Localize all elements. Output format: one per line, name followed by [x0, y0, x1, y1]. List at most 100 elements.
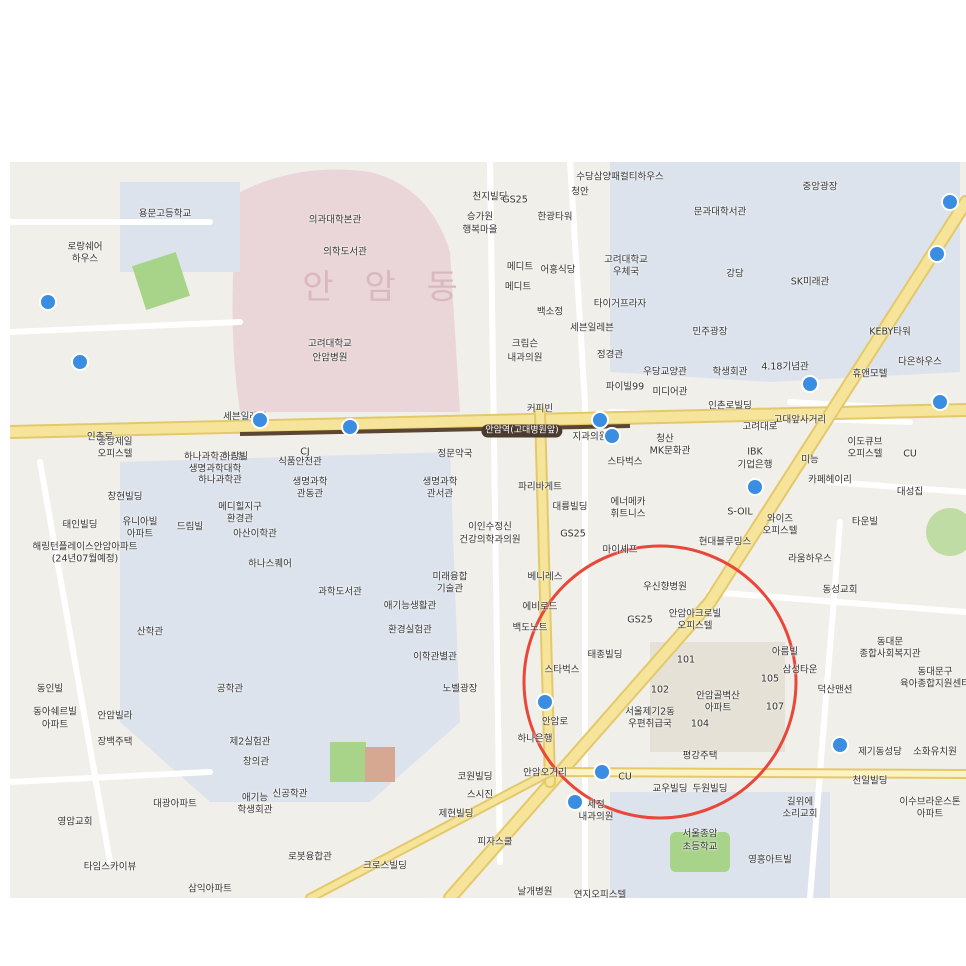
- map-poi-label[interactable]: 삼익아파트: [188, 884, 232, 895]
- map-poi-label[interactable]: 두원빌딩: [693, 784, 728, 795]
- bus-stop-icon[interactable]: [536, 693, 554, 711]
- map-poi-label[interactable]: 소리교회: [783, 809, 818, 820]
- map-poi-label[interactable]: 강당: [726, 269, 743, 280]
- map-poi-label[interactable]: 카페헤이리: [808, 475, 852, 486]
- map-poi-label[interactable]: 4.18기념관: [761, 362, 808, 373]
- map-poi-label[interactable]: 우체국: [613, 267, 639, 278]
- map-poi-label[interactable]: 이학관별관: [413, 652, 457, 663]
- map-poi-label[interactable]: 휘트니스: [611, 509, 646, 520]
- map-poi-label[interactable]: 101: [677, 655, 695, 666]
- bus-stop-icon[interactable]: [591, 411, 609, 429]
- map-poi-label[interactable]: 행복마을: [463, 225, 498, 236]
- map-poi-label[interactable]: 소화유치원: [913, 747, 957, 758]
- map-poi-label[interactable]: 오피스텔: [678, 621, 713, 632]
- map-poi-label[interactable]: 피자스쿨: [478, 837, 513, 848]
- map-poi-label[interactable]: 아파트: [127, 529, 153, 540]
- map-poi-label[interactable]: 영암교회: [58, 817, 93, 828]
- map-poi-label[interactable]: 코원빌딩: [458, 772, 493, 783]
- map-poi-label[interactable]: 다온하우스: [898, 357, 942, 368]
- map-poi-label[interactable]: 메디트: [507, 262, 533, 273]
- map-poi-label[interactable]: 영흥아트빌: [748, 855, 792, 866]
- map-poi-label[interactable]: 서울종암: [683, 829, 718, 840]
- map-poi-label[interactable]: 태종빌딩: [588, 650, 623, 661]
- map-poi-label[interactable]: 학생회관: [713, 367, 748, 378]
- map-poi-label[interactable]: 고려대학교: [604, 255, 648, 266]
- map-poi-label[interactable]: 라움하우스: [788, 554, 832, 565]
- map-poi-label[interactable]: 동대문구: [918, 667, 953, 678]
- map-poi-label[interactable]: 하우스: [72, 254, 98, 265]
- map-poi-label[interactable]: 대륭빌딩: [553, 502, 588, 513]
- map-poi-label[interactable]: 육아종합지원센터: [900, 679, 966, 690]
- map-poi-label[interactable]: KEBY타워: [869, 327, 911, 338]
- map-poi-label[interactable]: 이인수정신: [468, 522, 512, 533]
- map-poi-label[interactable]: 커피빈: [527, 404, 553, 415]
- map-poi-label[interactable]: 공학관: [217, 684, 243, 695]
- map-poi-label[interactable]: 내과의원: [579, 812, 614, 823]
- map-poi-label[interactable]: 오피스텔: [763, 526, 798, 537]
- map-poi-label[interactable]: 현대블루밍스: [699, 537, 751, 548]
- bus-stop-icon[interactable]: [39, 293, 57, 311]
- map-poi-label[interactable]: 기술관: [437, 584, 463, 595]
- map-poi-label[interactable]: 애기능: [242, 793, 268, 804]
- map-poi-label[interactable]: 용문고등학교: [139, 209, 191, 220]
- map-poi-label[interactable]: 종합사회복지관: [859, 649, 920, 660]
- map-poi-label[interactable]: 하랑빌: [222, 452, 248, 463]
- map-poi-label[interactable]: 유니아빌: [123, 517, 158, 528]
- map-poi-label[interactable]: 안암병원: [313, 353, 348, 364]
- map-poi-label[interactable]: 창의관: [243, 757, 269, 768]
- map-poi-label[interactable]: GS25: [627, 615, 652, 626]
- map-poi-label[interactable]: 관동관: [297, 489, 323, 500]
- map-poi-label[interactable]: 메디트: [505, 282, 531, 293]
- map-poi-label[interactable]: 크림슨: [512, 339, 538, 350]
- map-poi-label[interactable]: 정경관: [597, 350, 623, 361]
- map-poi-label[interactable]: 생명과학: [423, 477, 458, 488]
- map-poi-label[interactable]: 아파트: [705, 703, 731, 714]
- map-poi-label[interactable]: 아름빌: [772, 647, 798, 658]
- map-poi-label[interactable]: 어흥식당: [541, 265, 576, 276]
- map-poi-label[interactable]: 우편취급국: [628, 719, 672, 730]
- map-poi-label[interactable]: 제현빌딩: [439, 809, 474, 820]
- map-poi-label[interactable]: 세정: [587, 800, 604, 811]
- bus-stop-icon[interactable]: [928, 245, 946, 263]
- bus-stop-icon[interactable]: [831, 736, 849, 754]
- map-poi-label[interactable]: 정문약국: [438, 449, 473, 460]
- map-poi-label[interactable]: 고대앞사거리: [774, 415, 826, 426]
- map-poi-label[interactable]: 타임스카이뷰: [84, 862, 136, 873]
- map-poi-label[interactable]: 우신향병원: [643, 582, 687, 593]
- bus-stop-icon[interactable]: [566, 793, 584, 811]
- map-poi-label[interactable]: MK문화관: [650, 446, 691, 457]
- station-label[interactable]: 안암역(고대병원앞): [481, 424, 563, 438]
- map-poi-label[interactable]: 환경관: [227, 514, 253, 525]
- map-poi-label[interactable]: 과학도서관: [318, 587, 362, 598]
- map-poi-label[interactable]: 생명과학대학: [189, 464, 241, 475]
- map-poi-label[interactable]: 102: [651, 685, 669, 696]
- map-poi-label[interactable]: 창현빌딩: [108, 492, 143, 503]
- map-poi-label[interactable]: 파이빌99: [606, 382, 644, 393]
- map-poi-label[interactable]: 미능: [801, 455, 818, 466]
- bus-stop-icon[interactable]: [941, 193, 959, 211]
- map-poi-label[interactable]: 미디어관: [653, 387, 688, 398]
- map-poi-label[interactable]: 타이거프라자: [594, 299, 646, 310]
- map-poi-label[interactable]: 동대문: [877, 637, 903, 648]
- bus-stop-icon[interactable]: [746, 478, 764, 496]
- map-poi-label[interactable]: 노벨광장: [443, 684, 478, 695]
- map-poi-label[interactable]: 환경실험관: [388, 625, 432, 636]
- map-poi-label[interactable]: 인촌로: [87, 432, 113, 443]
- map-poi-label[interactable]: 기업은행: [738, 460, 773, 471]
- bus-stop-icon[interactable]: [71, 353, 89, 371]
- bus-stop-icon[interactable]: [593, 763, 611, 781]
- bus-stop-icon[interactable]: [251, 411, 269, 429]
- map-poi-label[interactable]: 삼성타운: [783, 665, 818, 676]
- map-poi-label[interactable]: 수당삼양패컬티하우스: [576, 172, 663, 183]
- map-poi-label[interactable]: 오피스텔: [98, 449, 133, 460]
- map-poi-label[interactable]: 건강의학과의원: [459, 535, 520, 546]
- map-poi-label[interactable]: 고려대학교: [308, 339, 352, 350]
- map-poi-label[interactable]: 의학도서관: [323, 247, 367, 258]
- map-poi-label[interactable]: IBK: [747, 447, 763, 458]
- map-poi-label[interactable]: 교우빌딩: [653, 784, 688, 795]
- map-poi-label[interactable]: 아파트: [42, 720, 68, 731]
- map-poi-label[interactable]: 에너메카: [611, 497, 646, 508]
- map-poi-label[interactable]: GS25: [502, 195, 527, 206]
- map-poi-label[interactable]: CU: [903, 449, 917, 460]
- map-poi-label[interactable]: 안암로: [542, 717, 568, 728]
